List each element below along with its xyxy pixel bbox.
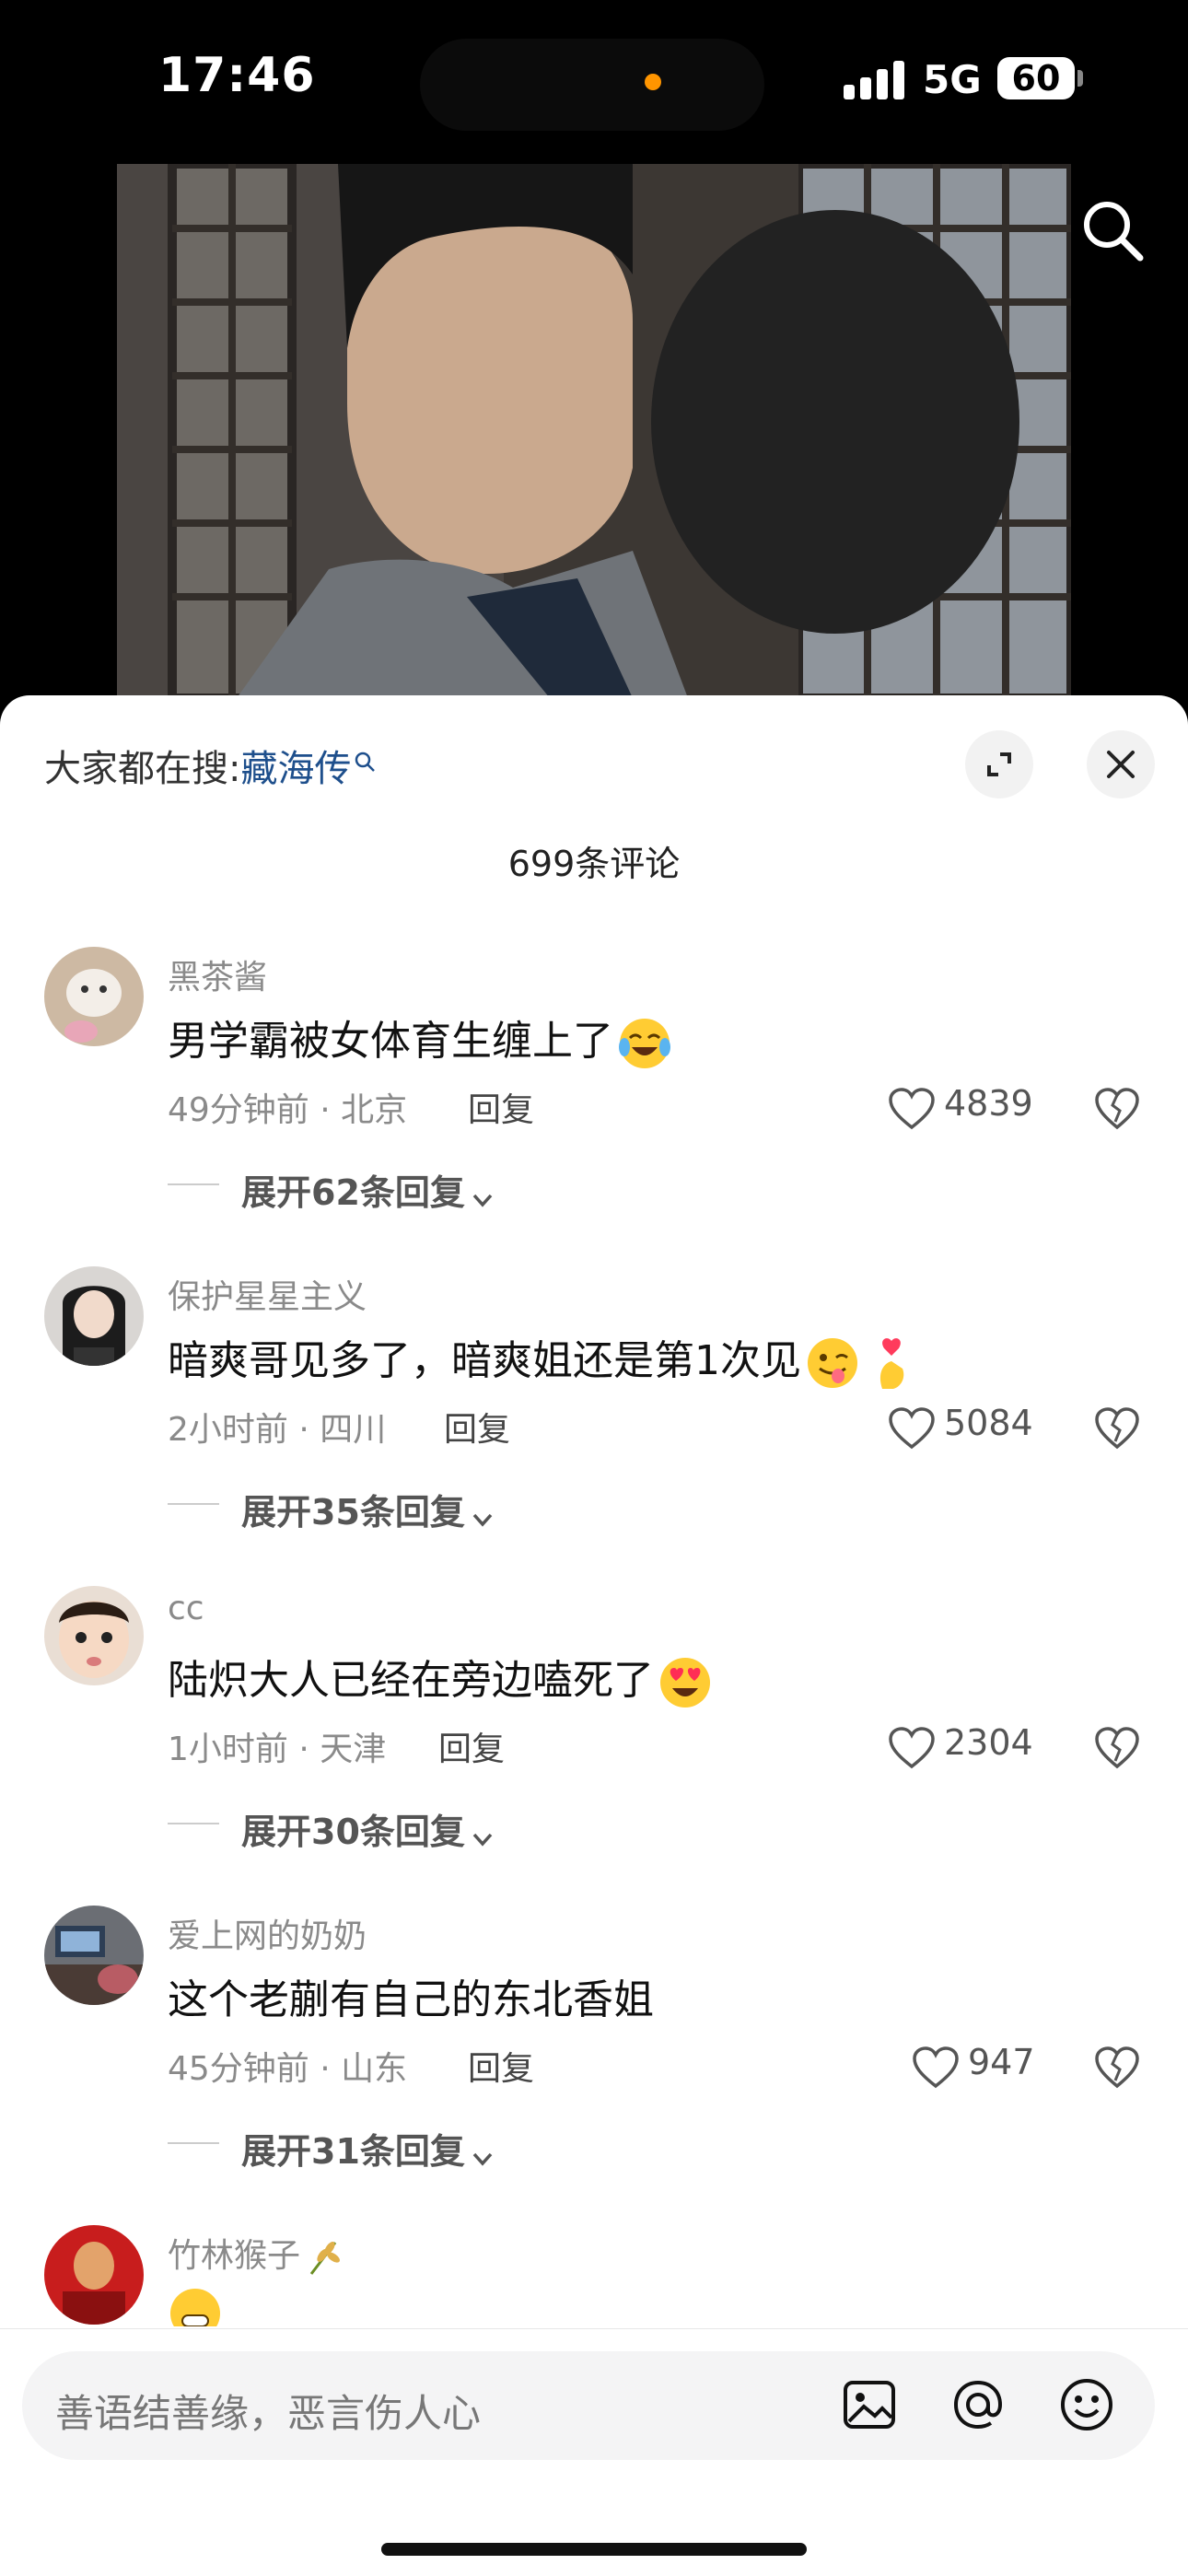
comment-input[interactable]: 善语结善缘，恶言伤人心 [22, 2351, 1155, 2460]
comment-item: cc 陆炽大人已经在旁边嗑死了 1小时前 · 天津 回复 2304 展开30条回… [0, 1586, 1188, 1899]
like-count: 5084 [944, 1403, 1033, 1443]
comment-text: 男学霸被女体育生缠上了 [168, 1008, 672, 1071]
crying-laughing-emoji [617, 1016, 672, 1071]
dynamic-island [420, 39, 764, 131]
comment-username[interactable]: 竹林猴子 [168, 2229, 344, 2278]
chevron-down-icon [469, 1182, 496, 1209]
video-player[interactable] [117, 164, 1071, 698]
comment-meta: 2小时前 · 四川 [168, 1411, 387, 1449]
comment-meta: 1小时前 · 天津 [168, 1731, 387, 1768]
reply-button[interactable]: 回复 [444, 1403, 510, 1451]
heart-icon[interactable] [912, 2046, 960, 2090]
like-count: 4839 [944, 1083, 1033, 1124]
comment-username[interactable]: 保护星星主义 [168, 1270, 367, 1318]
reply-button[interactable]: 回复 [468, 2042, 534, 2090]
grinning-emoji [168, 2286, 223, 2326]
signal-icon [844, 59, 908, 99]
wheat-emoji [304, 2237, 344, 2278]
comment-text: 陆炽大人已经在旁边嗑死了 [168, 1647, 713, 1710]
reply-button[interactable]: 回复 [438, 1722, 505, 1770]
expand-replies-button[interactable]: 展开35条回复 [241, 1484, 496, 1534]
broken-heart-icon[interactable] [1094, 1726, 1140, 1770]
battery-tip [1077, 70, 1083, 87]
at-icon[interactable] [947, 2373, 1009, 2436]
network-label: 5G [923, 57, 982, 102]
heart-icon[interactable] [888, 1087, 936, 1131]
fullscreen-icon[interactable] [965, 730, 1033, 798]
home-indicator[interactable] [381, 2543, 807, 2556]
comments-sheet: 大家都在搜:藏海传 699条评论 黑茶酱 男学霸被女体育生缠上了 49分钟前 ·… [0, 695, 1188, 2575]
expand-replies-button[interactable]: 展开30条回复 [241, 1803, 496, 1854]
avatar[interactable] [44, 1906, 144, 2005]
comment-text: 暗爽哥见多了，暗爽姐还是第1次见 [168, 1327, 919, 1391]
finger-heart-emoji [864, 1335, 919, 1391]
chevron-down-icon [469, 1821, 496, 1848]
avatar[interactable] [44, 1266, 144, 1366]
expand-divider [168, 1823, 219, 1824]
heart-eyes-emoji [658, 1655, 713, 1710]
comment-item: 保护星星主义 暗爽哥见多了，暗爽姐还是第1次见 2小时前 · 四川 回复 508… [0, 1266, 1188, 1579]
image-icon[interactable] [838, 2373, 901, 2436]
avatar[interactable] [44, 1586, 144, 1685]
comment-meta: 49分钟前 · 北京 [168, 1091, 408, 1129]
chevron-down-icon [469, 1501, 496, 1529]
winking-tongue-emoji [805, 1335, 860, 1391]
search-icon[interactable] [1076, 193, 1149, 267]
expand-divider [168, 1503, 219, 1505]
comment-item: 竹林猴子 [0, 2225, 1188, 2326]
trend-search-icon [353, 740, 377, 772]
expand-replies-button[interactable]: 展开31条回复 [241, 2123, 496, 2174]
video-frame [117, 164, 1071, 698]
comment-count: 699条评论 [507, 844, 681, 884]
comment-input-placeholder: 善语结善缘，恶言伤人心 [55, 2391, 482, 2436]
expand-divider [168, 2142, 219, 2144]
comment-username[interactable]: 爱上网的奶奶 [168, 1909, 367, 1957]
battery-icon: 60 [997, 57, 1075, 99]
like-count: 2304 [944, 1722, 1033, 1763]
broken-heart-icon[interactable] [1094, 1406, 1140, 1451]
expand-divider [168, 1183, 219, 1185]
broken-heart-icon[interactable] [1094, 2046, 1140, 2090]
trending-prefix: 大家都在搜: [44, 748, 241, 790]
emoji-icon[interactable] [1055, 2373, 1118, 2436]
like-count: 947 [968, 2042, 1035, 2082]
chevron-down-icon [469, 2140, 496, 2168]
expand-replies-button[interactable]: 展开62条回复 [241, 1164, 496, 1215]
avatar[interactable] [44, 947, 144, 1046]
comment-username[interactable]: cc [168, 1590, 204, 1627]
trending-keyword[interactable]: 藏海传 [240, 748, 351, 790]
privacy-indicator-icon [645, 74, 661, 90]
close-icon[interactable] [1087, 730, 1155, 798]
comment-username[interactable]: 黑茶酱 [168, 950, 267, 998]
broken-heart-icon[interactable] [1094, 1087, 1140, 1131]
heart-icon[interactable] [888, 1406, 936, 1451]
avatar[interactable] [44, 2225, 144, 2325]
reply-button[interactable]: 回复 [468, 1083, 534, 1131]
trending-search[interactable]: 大家都在搜:藏海传 [44, 739, 377, 792]
status-bar: 17:46 5G 60 [0, 0, 1188, 157]
comment-text: 这个老蒯有自己的东北香姐 [168, 1976, 654, 2023]
comment-item: 黑茶酱 男学霸被女体育生缠上了 49分钟前 · 北京 回复 4839 展开62条… [0, 947, 1188, 1260]
comment-text [168, 2286, 223, 2326]
comment-input-bar: 善语结善缘，恶言伤人心 [0, 2328, 1188, 2576]
comment-meta: 45分钟前 · 山东 [168, 2050, 408, 2088]
heart-icon[interactable] [888, 1726, 936, 1770]
comment-item: 爱上网的奶奶 这个老蒯有自己的东北香姐 45分钟前 · 山东 回复 947 展开… [0, 1906, 1188, 2219]
status-time: 17:46 [158, 48, 316, 103]
